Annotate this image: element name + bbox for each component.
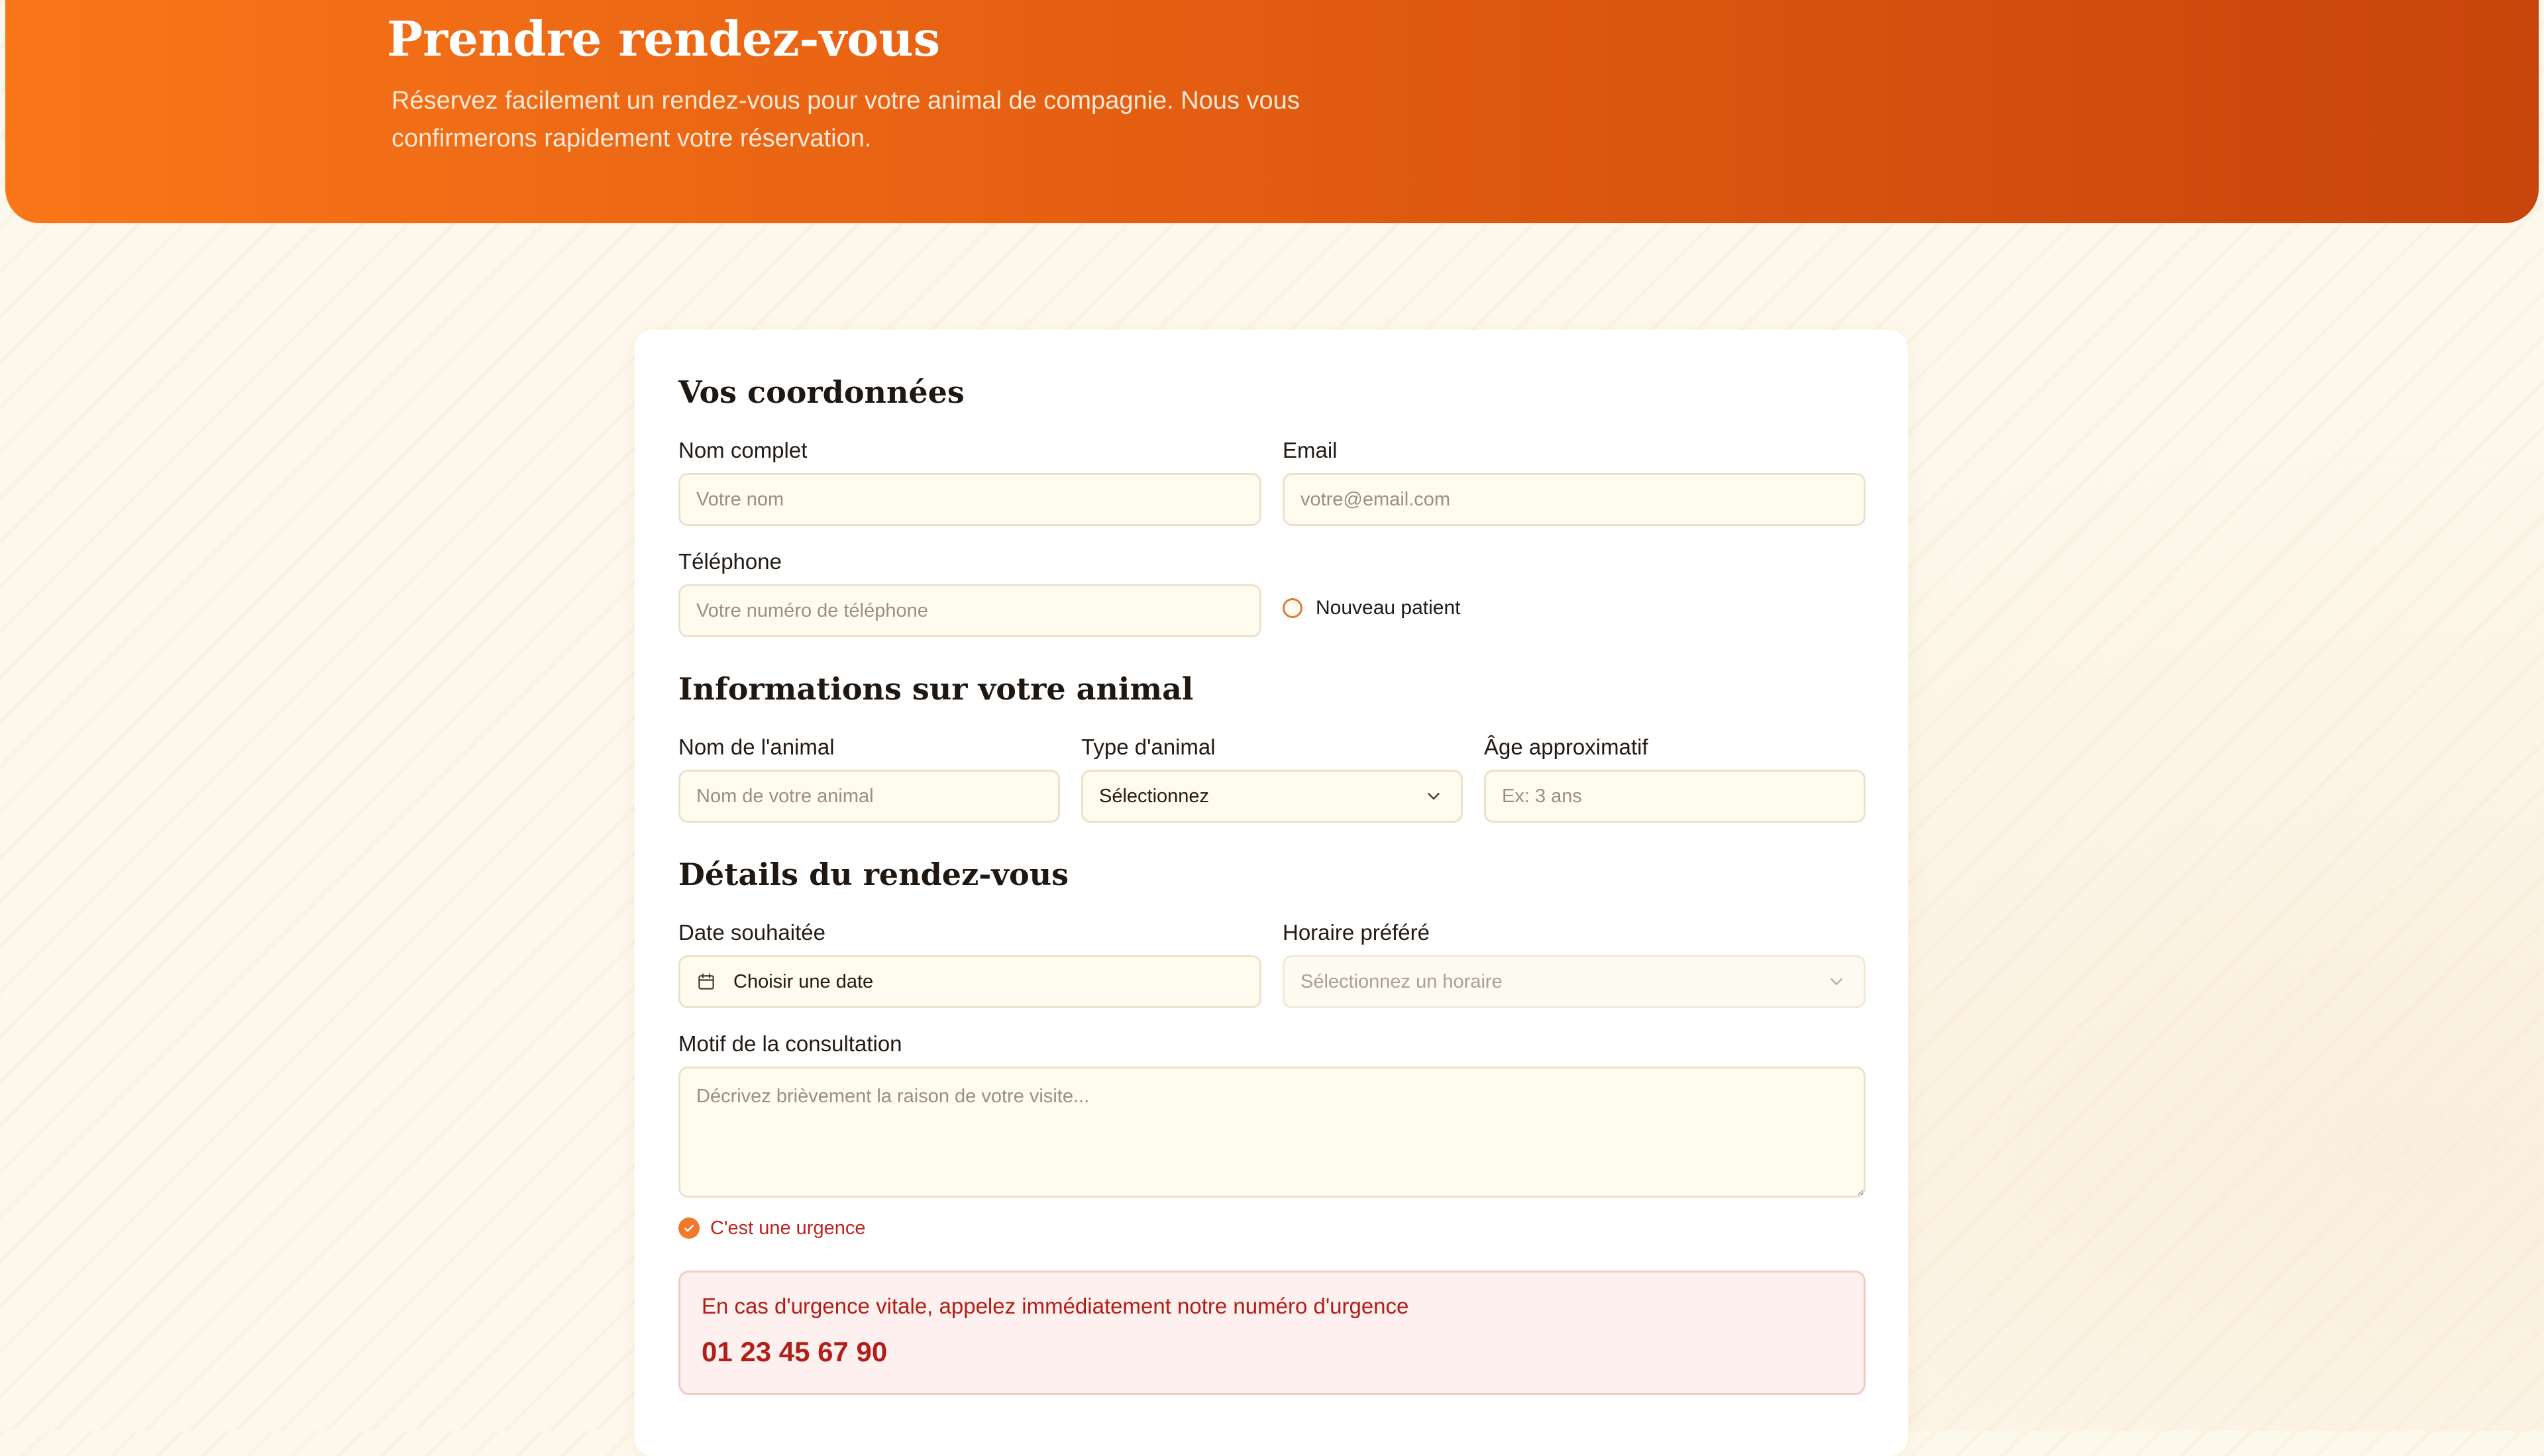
reason-label: Motif de la consultation — [678, 1031, 902, 1056]
name-label: Nom complet — [678, 438, 808, 462]
animal-name-label: Nom de l'animal — [678, 735, 835, 759]
page-title: Prendre rendez-vous — [387, 11, 941, 67]
page-subtitle: Réservez facilement un rendez-vous pour … — [392, 87, 1300, 152]
time-select[interactable]: Sélectionnez un horaire — [1283, 955, 1866, 1008]
animal-age-label: Âge approximatif — [1484, 735, 1648, 759]
email-label: Email — [1283, 438, 1338, 462]
date-value: Choisir une date — [733, 970, 874, 992]
animal-type-label: Type d'animal — [1081, 735, 1216, 759]
name-input[interactable] — [678, 473, 1261, 526]
chevron-down-icon — [1830, 978, 1842, 985]
chevron-down-icon — [1428, 793, 1440, 800]
time-placeholder: Sélectionnez un horaire — [1300, 970, 1503, 992]
phone-label: Téléphone — [678, 549, 782, 574]
date-label: Date souhaitée — [678, 920, 825, 945]
emergency-phone[interactable]: 01 23 45 67 90 — [702, 1336, 887, 1368]
calendar-icon — [698, 973, 714, 990]
animal-age-input[interactable] — [1484, 770, 1866, 823]
new-patient-option[interactable]: Nouveau patient — [1283, 594, 1461, 623]
emergency-alert: En cas d'urgence vitale, appelez immédia… — [678, 1271, 1866, 1395]
new-patient-label: Nouveau patient — [1316, 597, 1461, 619]
emergency-message: En cas d'urgence vitale, appelez immédia… — [702, 1294, 1409, 1318]
reason-textarea[interactable] — [678, 1066, 1866, 1198]
animal-type-select[interactable]: Sélectionnez — [1081, 770, 1463, 823]
section-title-appointment: Détails du rendez-vous — [678, 857, 1069, 892]
urgent-label: C'est une urgence — [710, 1217, 866, 1239]
phone-input[interactable] — [678, 584, 1261, 637]
animal-name-input[interactable] — [678, 770, 1060, 823]
urgent-option[interactable]: C'est une urgence — [678, 1215, 865, 1241]
date-picker-button[interactable]: Choisir une date — [678, 955, 1261, 1008]
page-header: Prendre rendez-vous Réservez facilement … — [5, 0, 2539, 223]
new-patient-radio[interactable] — [1283, 598, 1302, 618]
time-label: Horaire préféré — [1283, 920, 1430, 945]
urgent-checkbox[interactable] — [678, 1218, 700, 1239]
check-icon — [684, 1225, 694, 1232]
animal-type-value: Sélectionnez — [1099, 785, 1210, 807]
email-input[interactable] — [1283, 473, 1866, 526]
section-title-contact: Vos coordonnées — [678, 374, 965, 410]
section-title-animal: Informations sur votre animal — [678, 671, 1194, 707]
